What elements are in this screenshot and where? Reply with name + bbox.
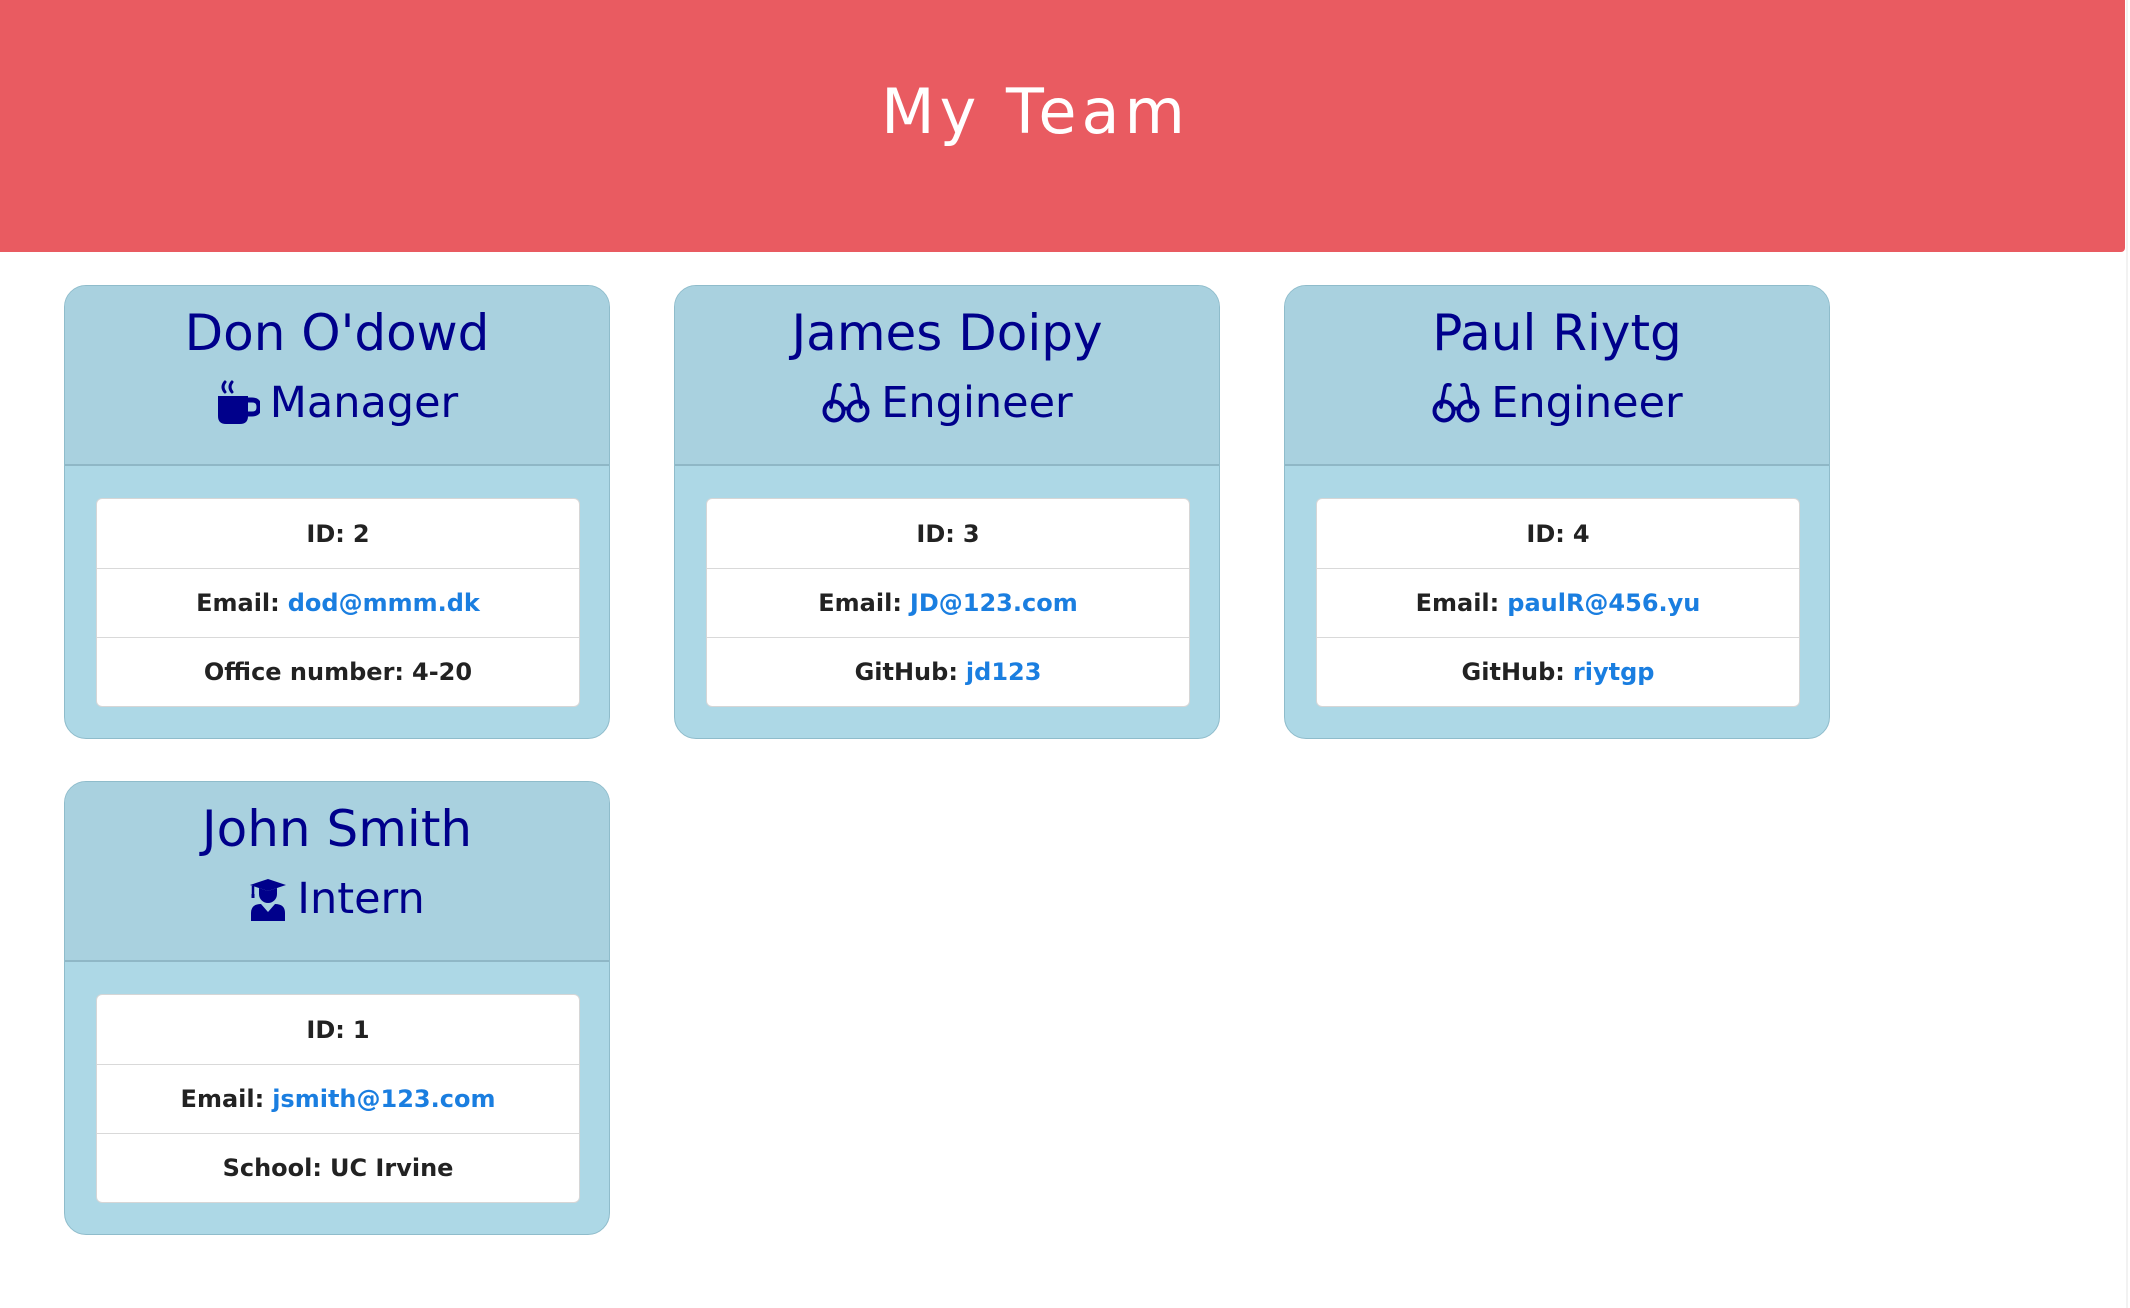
employee-details: ID: 3 Email: JD@123.com GitHub: jd123 bbox=[706, 498, 1190, 707]
employee-details: ID: 1 Email: jsmith@123.com School: UC I… bbox=[96, 994, 580, 1203]
office-number-row: Office number: 4-20 bbox=[97, 637, 579, 706]
role-label: Engineer bbox=[1491, 378, 1683, 428]
email-link[interactable]: JD@123.com bbox=[910, 589, 1078, 617]
employee-name: James Doipy bbox=[791, 304, 1103, 362]
employee-name: Don O'dowd bbox=[184, 304, 490, 362]
email-row: Email: dod@mmm.dk bbox=[97, 568, 579, 637]
email-row: Email: paulR@456.yu bbox=[1317, 568, 1799, 637]
employee-card-intern: John Smith Intern ID: 1 Email: jsmith@12… bbox=[64, 781, 610, 1235]
email-row: Email: jsmith@123.com bbox=[97, 1064, 579, 1133]
employee-role: Engineer bbox=[675, 378, 1219, 428]
id-row: ID: 4 bbox=[1317, 499, 1799, 568]
github-row: GitHub: jd123 bbox=[707, 637, 1189, 706]
school-value: UC Irvine bbox=[329, 1154, 454, 1182]
glasses-icon bbox=[1431, 383, 1481, 423]
id-value: 1 bbox=[352, 1015, 370, 1044]
employee-role: Engineer bbox=[1285, 378, 1829, 428]
id-value: 3 bbox=[962, 519, 980, 548]
email-label: Email: bbox=[818, 589, 902, 617]
github-row: GitHub: riytgp bbox=[1317, 637, 1799, 706]
card-header: Paul Riytg Engineer bbox=[1285, 286, 1829, 466]
role-label: Engineer bbox=[881, 378, 1073, 428]
office-number-value: 4-20 bbox=[412, 658, 473, 686]
graduate-icon bbox=[249, 877, 287, 921]
office-number-label: Office number: bbox=[203, 658, 405, 686]
id-value: 4 bbox=[1572, 519, 1590, 548]
employee-name: Paul Riytg bbox=[1432, 304, 1682, 362]
email-link[interactable]: jsmith@123.com bbox=[272, 1085, 495, 1113]
role-label: Intern bbox=[297, 874, 425, 924]
coffee-mug-icon bbox=[216, 380, 260, 426]
id-row: ID: 1 bbox=[97, 995, 579, 1064]
window-edge bbox=[2126, 0, 2128, 1308]
employee-role: Manager bbox=[65, 378, 609, 428]
email-label: Email: bbox=[196, 589, 280, 617]
employee-details: ID: 4 Email: paulR@456.yu GitHub: riytgp bbox=[1316, 498, 1800, 707]
github-label: GitHub: bbox=[854, 658, 958, 686]
card-header: James Doipy Engineer bbox=[675, 286, 1219, 466]
employee-details: ID: 2 Email: dod@mmm.dk Office number: 4… bbox=[96, 498, 580, 707]
page-title: My Team bbox=[881, 74, 1190, 148]
id-row: ID: 3 bbox=[707, 499, 1189, 568]
employee-card-manager: Don O'dowd Manager ID: 2 Email: dod@mmm.… bbox=[64, 285, 610, 739]
github-link[interactable]: riytgp bbox=[1573, 658, 1655, 686]
github-link[interactable]: jd123 bbox=[966, 658, 1042, 686]
id-label: ID: bbox=[916, 519, 955, 548]
email-link[interactable]: paulR@456.yu bbox=[1507, 589, 1700, 617]
employee-role: Intern bbox=[65, 874, 609, 924]
employee-card-engineer: James Doipy Engineer ID: 3 Email: JD@123… bbox=[674, 285, 1220, 739]
card-header: Don O'dowd Manager bbox=[65, 286, 609, 466]
header-banner: My Team bbox=[0, 0, 2125, 252]
glasses-icon bbox=[821, 383, 871, 423]
school-row: School: UC Irvine bbox=[97, 1133, 579, 1202]
employee-card-engineer: Paul Riytg Engineer ID: 4 Email: paulR@4… bbox=[1284, 285, 1830, 739]
id-row: ID: 2 bbox=[97, 499, 579, 568]
email-label: Email: bbox=[180, 1085, 265, 1113]
email-label: Email: bbox=[1415, 589, 1500, 617]
id-label: ID: bbox=[1526, 519, 1565, 548]
github-label: GitHub: bbox=[1461, 658, 1565, 686]
email-row: Email: JD@123.com bbox=[707, 568, 1189, 637]
role-label: Manager bbox=[269, 378, 459, 428]
card-header: John Smith Intern bbox=[65, 782, 609, 962]
email-link[interactable]: dod@mmm.dk bbox=[288, 589, 480, 617]
id-label: ID: bbox=[306, 1015, 345, 1044]
school-label: School: bbox=[222, 1154, 322, 1182]
id-value: 2 bbox=[352, 519, 370, 548]
employee-name: John Smith bbox=[201, 800, 473, 858]
id-label: ID: bbox=[306, 519, 345, 548]
